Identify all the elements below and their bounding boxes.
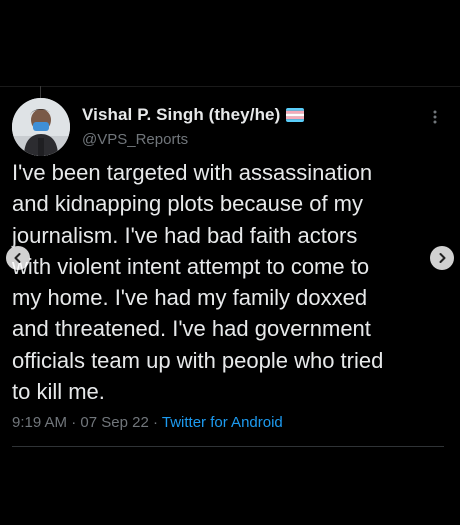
more-options-button[interactable] <box>426 106 444 128</box>
avatar[interactable] <box>12 98 70 156</box>
carousel-previous-button[interactable] <box>6 246 30 270</box>
tweet-metadata: 9:19 AM · 07 Sep 22 · Twitter for Androi… <box>12 414 283 431</box>
author-display-name[interactable]: Vishal P. Singh (they/he) <box>82 105 280 125</box>
meta-separator: · <box>71 414 77 431</box>
meta-separator: · <box>152 414 158 431</box>
bottom-divider <box>12 446 444 447</box>
top-divider <box>0 86 460 87</box>
carousel-next-button[interactable] <box>430 246 454 270</box>
tweet-time[interactable]: 9:19 AM <box>12 414 67 431</box>
more-options-icon <box>433 110 437 124</box>
avatar-image <box>12 98 70 156</box>
thread-connector-line <box>40 86 41 98</box>
tweet-text: I've been targeted with assassination an… <box>12 160 384 405</box>
author-name-row: Vishal P. Singh (they/he) <box>82 105 305 125</box>
chevron-right-icon <box>439 253 446 263</box>
transgender-flag-icon <box>286 108 305 122</box>
chevron-left-icon <box>14 253 21 263</box>
tweet-client-link[interactable]: Twitter for Android <box>162 414 283 431</box>
author-handle[interactable]: @VPS_Reports <box>82 131 188 148</box>
screenshot-stage: Vishal P. Singh (they/he) @VPS_Reports I… <box>0 0 460 525</box>
tweet-date[interactable]: 07 Sep 22 <box>80 414 148 431</box>
